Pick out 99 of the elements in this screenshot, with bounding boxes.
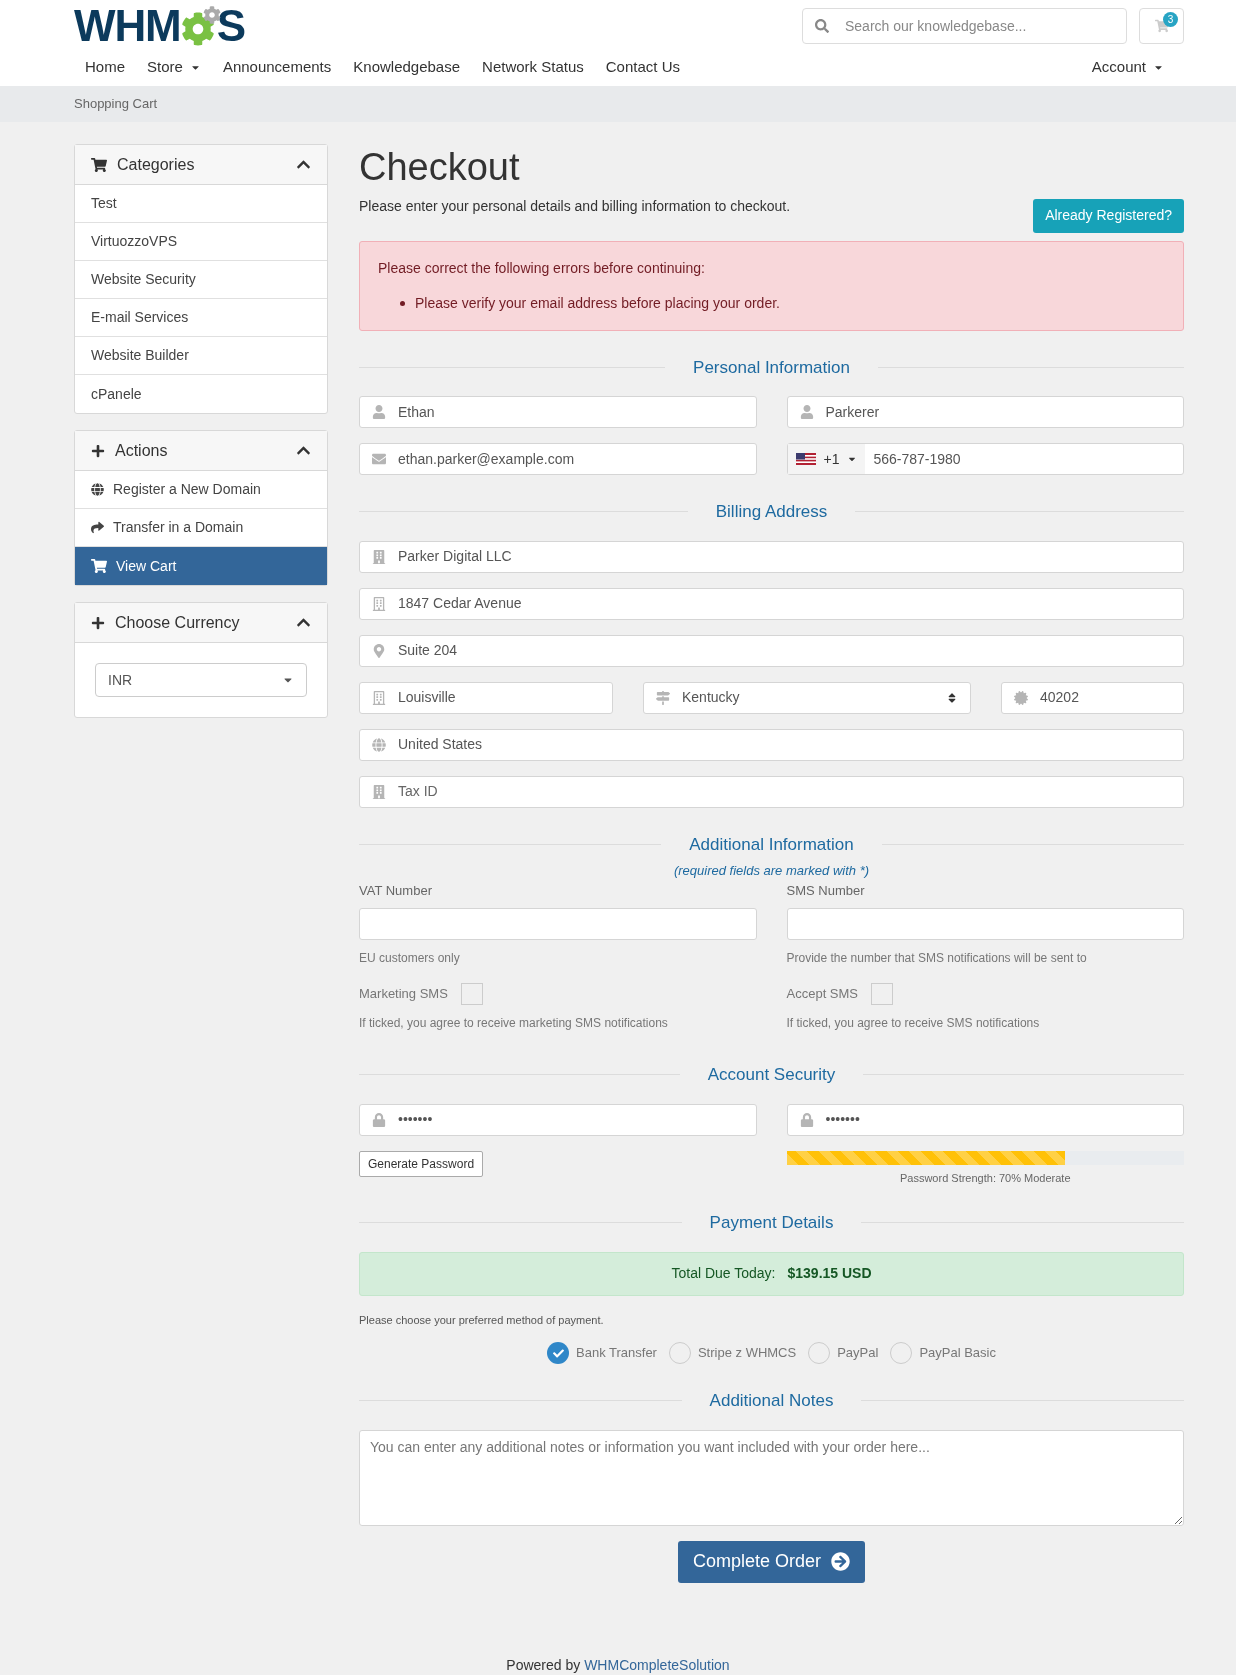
section-heading: Billing Address: [714, 501, 829, 523]
sidebar-item[interactable]: Website Builder: [75, 337, 327, 375]
sidebar-item[interactable]: View Cart: [75, 547, 327, 585]
help-text: If ticked, you agree to receive marketing SMS notifications: [359, 1015, 669, 1032]
company-field[interactable]: Parker Digital LLC: [359, 540, 1184, 573]
complete-order-button[interactable]: Complete Order: [677, 1540, 866, 1583]
field-label: VAT Number: [359, 881, 433, 900]
payment-radio[interactable]: PayPal: [808, 1342, 879, 1364]
sort-arrows-icon: [946, 691, 958, 704]
nav-link[interactable]: Announcements: [211, 55, 343, 79]
section-heading: Account Security: [706, 1064, 837, 1086]
footer-text: Powered by: [506, 1656, 582, 1673]
checkbox-label: Marketing SMS: [359, 985, 448, 1004]
help-text: If ticked, you agree to receive SMS notifications: [786, 1015, 1041, 1032]
account-menu[interactable]: Account: [1079, 55, 1176, 79]
page-title: Checkout: [359, 145, 521, 190]
sidebar-item[interactable]: Register a New Domain: [75, 471, 327, 509]
first-name-field[interactable]: Ethan: [359, 396, 757, 428]
signpost-icon: [656, 690, 670, 705]
confirm-password-field[interactable]: •••••••: [786, 1103, 1184, 1136]
first-name-icon: [372, 405, 386, 419]
footer-link[interactable]: WHMCompleteSolution: [584, 1656, 730, 1673]
bullet-icon: [400, 300, 405, 306]
sidebar-item[interactable]: Website Security: [75, 261, 327, 299]
panel-header[interactable]: Actions: [75, 431, 327, 471]
error-heading: Please correct the following errors before continuing:: [378, 258, 706, 278]
notes-field[interactable]: You can enter any additional notes or information you want included with your order here...: [359, 1429, 1184, 1526]
city-field[interactable]: Louisville: [359, 681, 613, 714]
checkbox[interactable]: [871, 983, 894, 1005]
payment-radio[interactable]: PayPal Basic: [890, 1342, 996, 1364]
payment-radio[interactable]: Stripe z WHMCS: [668, 1342, 797, 1364]
checkbox[interactable]: [460, 983, 483, 1005]
payment-radio[interactable]: Bank Transfer: [547, 1342, 657, 1364]
company-icon: [372, 549, 386, 564]
text-field[interactable]: [359, 908, 757, 940]
total-label: Total Due Today:: [671, 1264, 776, 1283]
email-icon: [372, 452, 386, 466]
search-icon: [815, 19, 829, 33]
city-icon: [372, 690, 386, 705]
email-field[interactable]: ethan.parker@example.com: [359, 443, 757, 475]
section-heading: Additional Information: [688, 833, 855, 856]
currency-select[interactable]: INR: [95, 663, 307, 697]
confirm-password-icon: [799, 1112, 814, 1127]
state-select[interactable]: Kentucky: [643, 681, 971, 714]
nav-link[interactable]: Network Status: [471, 55, 595, 79]
sidebar-item[interactable]: Test: [75, 185, 327, 223]
password-icon: [372, 1112, 386, 1127]
total-amount: $139.15 USD: [787, 1264, 872, 1283]
password-field[interactable]: •••••••: [359, 1103, 757, 1136]
share-arrow-icon: [91, 521, 104, 534]
address-field[interactable]: 1847 Cedar Avenue: [359, 587, 1184, 620]
nav-link[interactable]: Home: [74, 55, 136, 79]
panel-header[interactable]: Choose Currency: [75, 603, 327, 643]
breadcrumb[interactable]: Shopping Cart: [74, 94, 158, 114]
postcode-field[interactable]: 40202: [1001, 681, 1184, 714]
plus-icon: [91, 615, 105, 630]
address-line-icon: [372, 643, 386, 658]
help-text: Provide the number that SMS notifications will be sent to: [786, 950, 1088, 967]
country-field[interactable]: United States: [359, 728, 1184, 761]
globe-icon: [91, 483, 104, 496]
error-message: Please verify your email address before placing your order.: [415, 293, 780, 313]
section-heading: Payment Details: [708, 1212, 835, 1234]
nav-link[interactable]: Contact Us: [594, 55, 691, 79]
help-text: EU customers only: [359, 950, 461, 967]
logo-text: S: [216, 4, 247, 48]
section-heading: Additional Notes: [708, 1390, 835, 1412]
nav-link[interactable]: Knowledgebase: [342, 55, 472, 79]
section-heading: Personal Information: [692, 356, 851, 379]
nav-link[interactable]: Store: [136, 55, 212, 79]
field-label: SMS Number: [786, 881, 866, 900]
strength-label: Password Strength: 70% Moderate: [898, 1170, 1072, 1186]
last-name-field[interactable]: Parkerer: [786, 396, 1184, 428]
panel-title: Choose Currency: [115, 612, 240, 633]
tax-id-field[interactable]: Tax ID: [359, 775, 1184, 808]
tax-id-icon: [372, 784, 386, 799]
cart-count-badge: 3: [1163, 12, 1178, 27]
checkbox-label: Accept SMS: [786, 985, 859, 1004]
sidebar-item[interactable]: E-mail Services: [75, 299, 327, 337]
required-note: (required fields are marked with *): [672, 862, 871, 880]
page-subtitle: Please enter your personal details and billing information to checkout.: [359, 196, 791, 216]
postcode-icon: [1014, 690, 1028, 705]
country-icon: [372, 737, 386, 752]
address-icon: [372, 596, 386, 611]
panel-title: Categories: [117, 154, 195, 175]
arrow-icon: [831, 1552, 851, 1571]
search-field[interactable]: Search our knowledgebase...: [802, 8, 1127, 44]
text-field[interactable]: [786, 908, 1184, 940]
plus-icon: [91, 443, 105, 458]
last-name-icon: [799, 405, 814, 419]
generate-password-button[interactable]: Generate Password: [359, 1150, 484, 1177]
panel-title: Actions: [115, 440, 168, 461]
address-line-field[interactable]: Suite 204: [359, 634, 1184, 667]
sidebar-item[interactable]: cPanele: [75, 375, 327, 413]
panel-header[interactable]: Categories: [75, 145, 327, 185]
cart-icon: [91, 558, 107, 574]
cart-icon: [91, 156, 107, 173]
payment-prompt: Please choose your preferred method of payment.: [359, 1312, 605, 1328]
sidebar-item[interactable]: VirtuozzoVPS: [75, 223, 327, 261]
logo-text: WHM: [74, 4, 181, 48]
